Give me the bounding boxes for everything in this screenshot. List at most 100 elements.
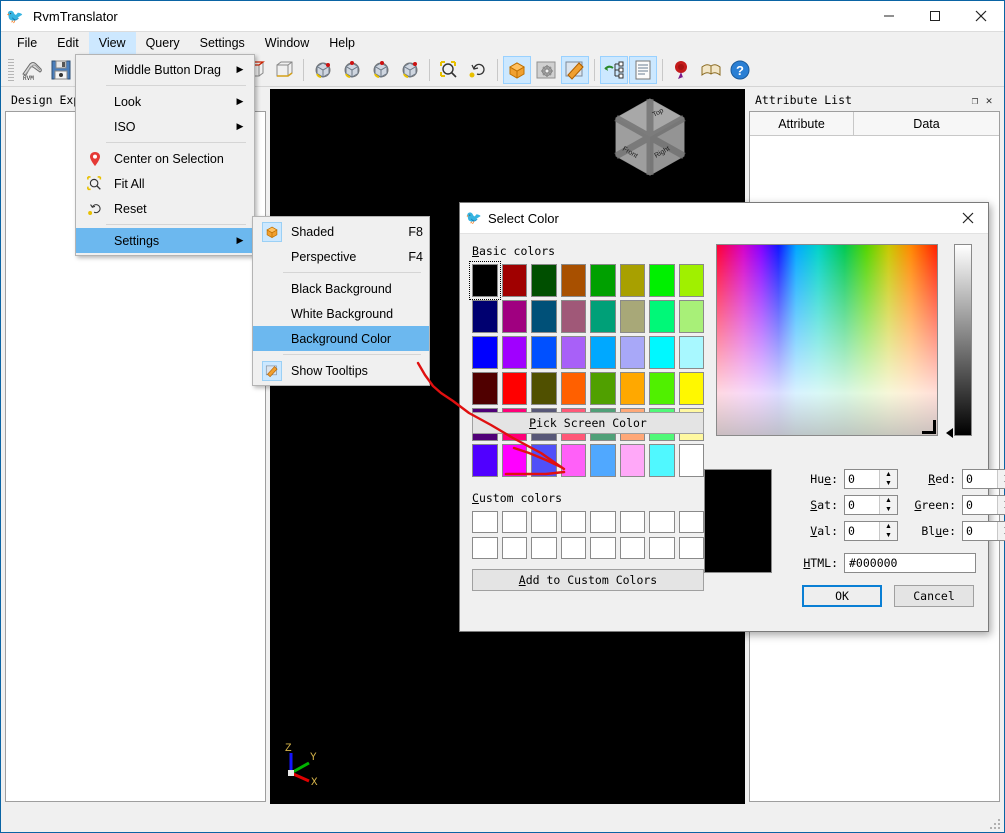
basic-color-swatch[interactable] <box>472 300 498 333</box>
menu-query[interactable]: Query <box>136 32 190 54</box>
basic-color-swatch[interactable] <box>678 372 704 405</box>
help-button[interactable]: ? <box>726 56 754 84</box>
settings-button[interactable] <box>532 56 560 84</box>
custom-color-swatch[interactable] <box>560 511 586 533</box>
maximize-button[interactable] <box>912 1 958 31</box>
basic-color-swatch[interactable] <box>590 300 616 333</box>
save-button[interactable] <box>47 56 75 84</box>
custom-color-swatch[interactable] <box>501 511 527 533</box>
basic-color-swatch[interactable] <box>501 372 527 405</box>
basic-color-swatch[interactable] <box>619 372 645 405</box>
ok-button[interactable]: OK <box>802 585 882 607</box>
basic-color-swatch[interactable] <box>531 264 557 297</box>
menu-item-middle-button-drag[interactable]: Middle Button Drag ▶ <box>76 57 254 82</box>
custom-color-swatch[interactable] <box>531 511 557 533</box>
custom-colors-grid[interactable] <box>472 511 704 559</box>
green-stepper[interactable]: ▲▼ <box>962 495 1005 515</box>
hue-spin-arrows[interactable]: ▲ ▼ <box>879 470 897 488</box>
value-slider[interactable] <box>946 244 972 438</box>
custom-color-swatch[interactable] <box>590 511 616 533</box>
red-input[interactable] <box>963 470 995 488</box>
basic-color-swatch[interactable] <box>560 300 586 333</box>
custom-color-swatch[interactable] <box>590 537 616 559</box>
submenu-item-background-color[interactable]: Background Color <box>253 326 429 351</box>
basic-color-swatch[interactable] <box>678 300 704 333</box>
green-spin-arrows[interactable]: ▲▼ <box>997 496 1005 514</box>
design-explorer-button[interactable] <box>600 56 628 84</box>
menu-item-center-on-selection[interactable]: Center on Selection <box>76 146 254 171</box>
basic-color-swatch[interactable] <box>531 336 557 369</box>
basic-color-swatch[interactable] <box>501 264 527 297</box>
submenu-item-perspective[interactable]: Perspective F4 <box>253 244 429 269</box>
val-input[interactable] <box>845 522 877 540</box>
custom-color-swatch[interactable] <box>619 537 645 559</box>
basic-colors-grid[interactable] <box>469 261 704 477</box>
basic-color-swatch[interactable] <box>560 444 586 477</box>
basic-color-swatch[interactable] <box>472 444 498 477</box>
basic-color-swatch[interactable] <box>619 300 645 333</box>
custom-color-swatch[interactable] <box>472 537 498 559</box>
minimize-button[interactable] <box>866 1 912 31</box>
reset-button[interactable] <box>464 56 492 84</box>
basic-color-swatch[interactable] <box>649 264 675 297</box>
basic-color-swatch[interactable] <box>560 372 586 405</box>
float-icon[interactable]: ❐ <box>968 94 982 107</box>
basic-color-swatch[interactable] <box>590 372 616 405</box>
menu-help[interactable]: Help <box>319 32 365 54</box>
basic-color-swatch[interactable] <box>619 336 645 369</box>
submenu-item-shaded[interactable]: Shaded F8 <box>253 219 429 244</box>
sat-spin-arrows[interactable]: ▲ ▼ <box>879 496 897 514</box>
manual-button[interactable] <box>697 56 725 84</box>
basic-color-swatch[interactable] <box>678 444 704 477</box>
tooltips-button[interactable] <box>561 56 589 84</box>
custom-color-swatch[interactable] <box>678 537 704 559</box>
menu-item-look[interactable]: Look ▶ <box>76 89 254 114</box>
fit-all-button[interactable] <box>435 56 463 84</box>
basic-color-swatch[interactable] <box>590 264 616 297</box>
sat-input[interactable] <box>845 496 877 514</box>
basic-color-swatch[interactable] <box>560 336 586 369</box>
basic-color-swatch[interactable] <box>560 264 586 297</box>
hue-stepper[interactable]: ▲▼ <box>844 469 898 489</box>
menu-view[interactable]: View <box>88 32 136 54</box>
basic-color-swatch[interactable] <box>590 336 616 369</box>
submenu-item-show-tooltips[interactable]: Show Tooltips <box>253 358 429 383</box>
basic-color-swatch[interactable] <box>531 300 557 333</box>
basic-color-swatch[interactable] <box>501 300 527 333</box>
basic-color-swatch[interactable] <box>472 372 498 405</box>
basic-color-swatch[interactable] <box>531 372 557 405</box>
custom-color-swatch[interactable] <box>619 511 645 533</box>
basic-color-swatch[interactable] <box>469 261 501 300</box>
resize-gripper[interactable] <box>989 818 1001 830</box>
iso-view-3-button[interactable] <box>367 56 395 84</box>
menu-settings[interactable]: Settings <box>190 32 255 54</box>
dialog-close-button[interactable] <box>948 203 988 233</box>
blue-input[interactable] <box>963 522 995 540</box>
red-stepper[interactable]: ▲▼ <box>962 469 1005 489</box>
basic-color-swatch[interactable] <box>619 264 645 297</box>
iso-view-2-button[interactable] <box>338 56 366 84</box>
close-button[interactable] <box>958 1 1004 31</box>
green-input[interactable] <box>963 496 995 514</box>
custom-color-swatch[interactable] <box>649 511 675 533</box>
custom-color-swatch[interactable] <box>472 511 498 533</box>
menu-item-settings[interactable]: Settings ▶ <box>76 228 254 253</box>
custom-color-swatch[interactable] <box>678 511 704 533</box>
basic-color-swatch[interactable] <box>472 336 498 369</box>
basic-color-swatch[interactable] <box>649 372 675 405</box>
hue-input[interactable] <box>845 470 877 488</box>
basic-color-swatch[interactable] <box>590 444 616 477</box>
column-header-data[interactable]: Data <box>854 112 999 135</box>
menu-window[interactable]: Window <box>255 32 319 54</box>
menu-item-reset[interactable]: Reset <box>76 196 254 221</box>
view-bottom-button[interactable] <box>270 56 298 84</box>
basic-color-swatch[interactable] <box>501 336 527 369</box>
iso-view-4-button[interactable] <box>396 56 424 84</box>
pick-screen-color-button[interactable]: Pick Screen Color <box>472 412 704 434</box>
submenu-item-white-background[interactable]: White Background <box>253 301 429 326</box>
column-header-attribute[interactable]: Attribute <box>750 112 854 135</box>
custom-color-swatch[interactable] <box>501 537 527 559</box>
attribute-list-button[interactable] <box>629 56 657 84</box>
val-spin-arrows[interactable]: ▲ ▼ <box>879 522 897 540</box>
submenu-item-black-background[interactable]: Black Background <box>253 276 429 301</box>
